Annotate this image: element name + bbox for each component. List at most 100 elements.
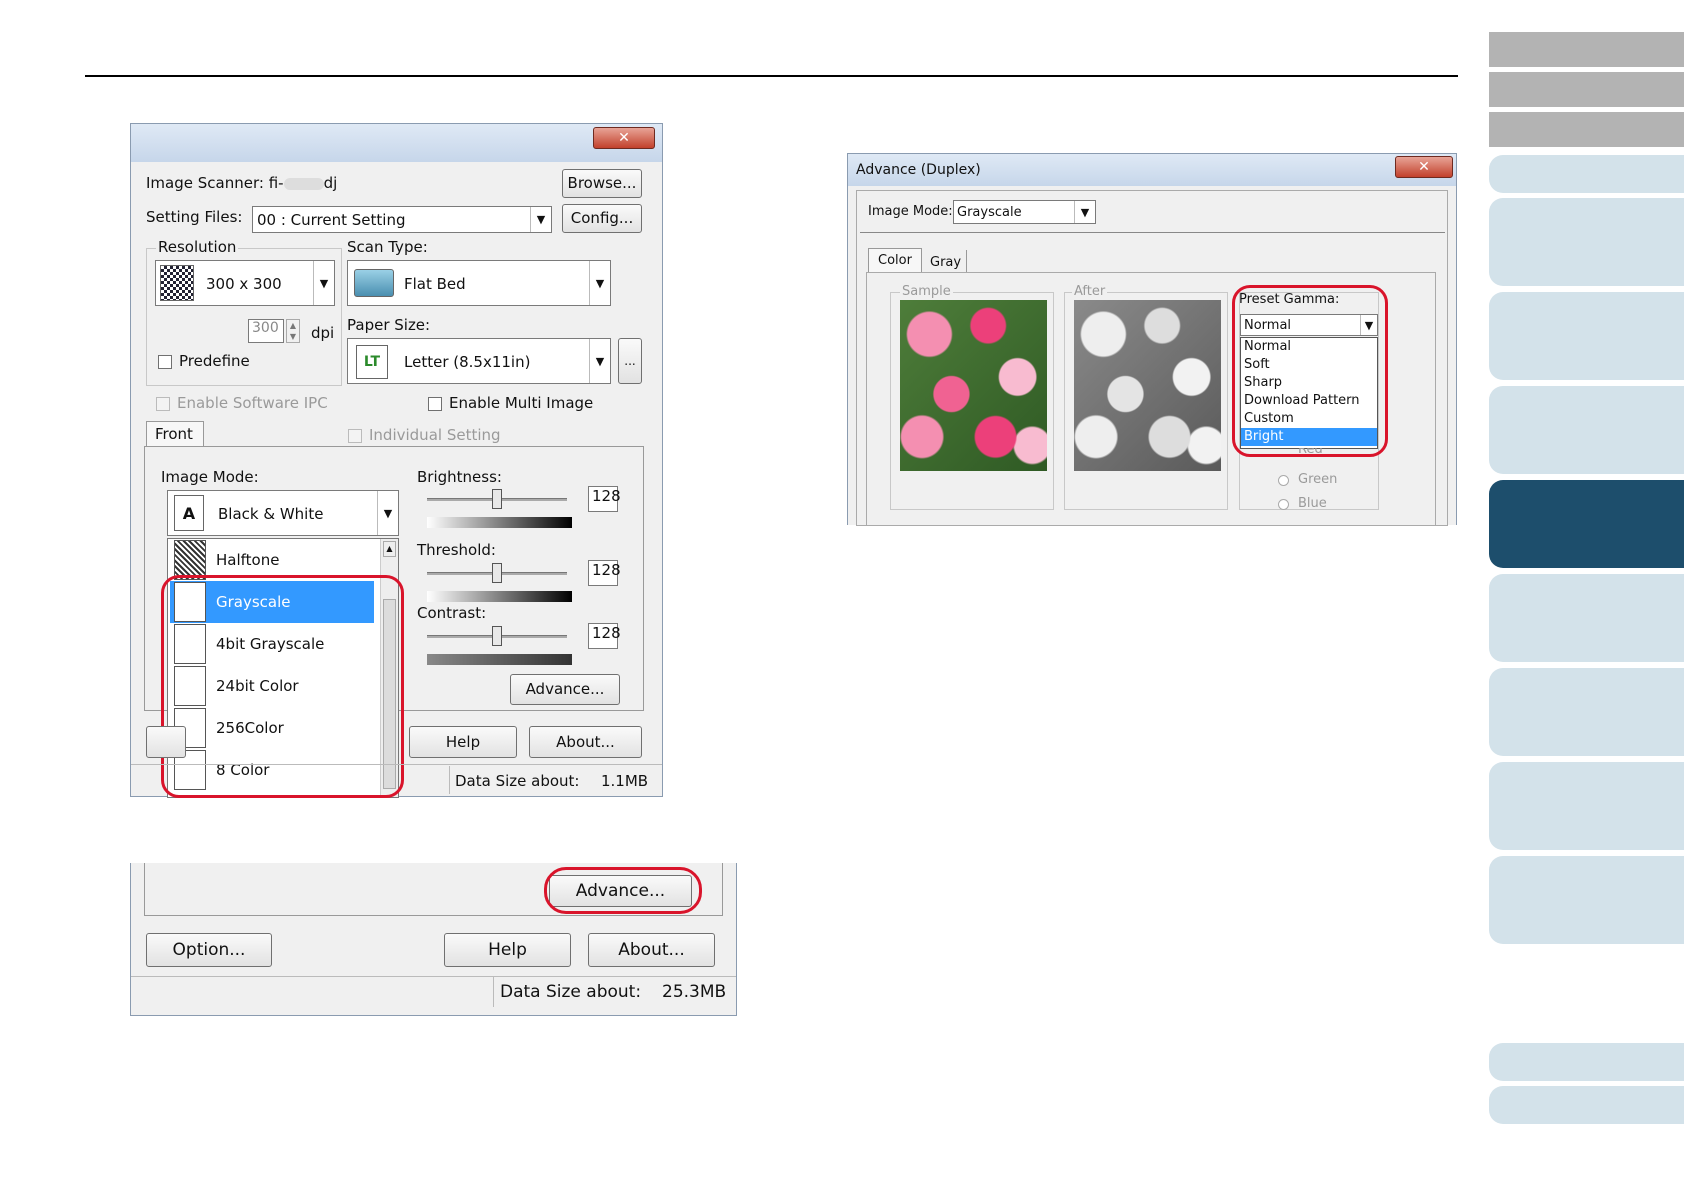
- scroll-up-icon[interactable]: ▲: [383, 541, 396, 557]
- after-image: [1074, 300, 1221, 471]
- contrast-slider-thumb[interactable]: [492, 626, 502, 646]
- nav-tab-3[interactable]: [1489, 112, 1684, 147]
- nav-tab-4[interactable]: [1489, 155, 1684, 193]
- advance-image-mode-combo[interactable]: Grayscale ▼: [953, 200, 1096, 224]
- enable-multi-image-checkbox[interactable]: [428, 397, 442, 411]
- enable-software-ipc-label: Enable Software IPC: [177, 394, 328, 412]
- tab-gray[interactable]: Gray: [922, 250, 967, 272]
- nav-tab-7[interactable]: [1489, 386, 1684, 474]
- dpi-unit-label: dpi: [311, 324, 335, 342]
- nav-tab-2[interactable]: [1489, 72, 1684, 107]
- advance-button[interactable]: Advance...: [510, 674, 620, 705]
- advance-title: Advance (Duplex): [856, 162, 981, 178]
- channel-blue-label: Blue: [1298, 496, 1327, 511]
- chevron-down-icon: ▼: [1074, 201, 1095, 223]
- nav-tab-11[interactable]: [1489, 762, 1684, 850]
- advance-image-mode-label: Image Mode:: [868, 204, 953, 219]
- twain-dialog-bottom: Advance... Option... Help About... Data …: [130, 863, 737, 1016]
- individual-setting-label: Individual Setting: [369, 426, 501, 444]
- dialog-titlebar: [131, 124, 662, 162]
- highlight-ring-preset-gamma: [1232, 285, 1388, 457]
- flatbed-scanner-icon: [354, 269, 394, 297]
- enable-multi-image-label: Enable Multi Image: [449, 394, 594, 412]
- threshold-slider-thumb[interactable]: [492, 563, 502, 583]
- dpi-spinner[interactable]: ▲ ▼: [286, 319, 300, 343]
- status-divider-bottom: [131, 976, 736, 977]
- advance-close-button[interactable]: ✕: [1395, 156, 1453, 178]
- status-divider: [131, 764, 662, 765]
- sample-label: Sample: [900, 284, 953, 299]
- dpi-input[interactable]: 300: [248, 319, 284, 343]
- data-size-label-bottom: Data Size about:: [500, 982, 642, 1002]
- advance-separator: [860, 232, 1445, 233]
- image-scanner-label: Image Scanner: fi-dj: [146, 174, 338, 192]
- nav-tab-6[interactable]: [1489, 292, 1684, 380]
- brightness-label: Brightness:: [417, 468, 502, 486]
- resolution-combo[interactable]: 300 x 300 ▼: [155, 260, 335, 306]
- setting-files-label: Setting Files:: [146, 208, 243, 226]
- resolution-icon: [160, 265, 194, 301]
- channel-blue-radio[interactable]: [1278, 499, 1289, 510]
- nav-tab-5[interactable]: [1489, 198, 1684, 286]
- chevron-down-icon: ▼: [377, 491, 398, 535]
- scan-type-combo[interactable]: Flat Bed ▼: [347, 260, 611, 306]
- status-separator: [449, 766, 450, 794]
- option-button-partial[interactable]: [146, 726, 186, 758]
- setting-files-combo[interactable]: 00 : Current Setting ▼: [252, 206, 552, 233]
- enable-software-ipc-checkbox[interactable]: [156, 397, 170, 411]
- paper-size-label: Paper Size:: [347, 316, 431, 334]
- resolution-label: Resolution: [156, 238, 239, 256]
- chevron-down-icon: ▼: [589, 261, 610, 305]
- brightness-slider-thumb[interactable]: [492, 489, 502, 509]
- redacted-model: [283, 177, 324, 190]
- image-mode-combo[interactable]: A Black & White ▼: [167, 490, 399, 536]
- twain-dialog: ✕ Image Scanner: fi-dj Browse... Setting…: [130, 123, 663, 798]
- nav-tab-active[interactable]: [1489, 480, 1684, 568]
- predefine-label: Predefine: [179, 352, 250, 370]
- after-label: After: [1072, 284, 1108, 299]
- close-button[interactable]: ✕: [593, 127, 655, 149]
- nav-tab-14[interactable]: [1489, 1086, 1684, 1124]
- predefine-checkbox[interactable]: [158, 355, 172, 369]
- browse-button[interactable]: Browse...: [562, 169, 642, 198]
- highlight-ring-advance: [544, 867, 702, 914]
- threshold-gradient: [427, 591, 572, 602]
- nav-tab-13[interactable]: [1489, 1043, 1684, 1081]
- sample-image: [900, 300, 1047, 471]
- brightness-gradient: [427, 517, 572, 528]
- close-icon: ✕: [1418, 159, 1430, 175]
- tab-front[interactable]: Front: [146, 421, 204, 447]
- brightness-value[interactable]: 128: [588, 486, 621, 512]
- scan-type-label: Scan Type:: [347, 238, 428, 256]
- chevron-down-icon: ▼: [589, 339, 610, 383]
- threshold-label: Threshold:: [417, 541, 496, 559]
- nav-tab-1[interactable]: [1489, 32, 1684, 67]
- help-button-bottom[interactable]: Help: [444, 933, 571, 967]
- close-icon: ✕: [618, 130, 630, 146]
- threshold-value[interactable]: 128: [588, 560, 621, 586]
- advance-duplex-dialog: Advance (Duplex) ✕ Image Mode: Grayscale…: [847, 153, 1457, 526]
- data-size-label: Data Size about:: [455, 772, 580, 790]
- data-size-value: 1.1MB: [601, 772, 649, 790]
- config-button[interactable]: Config...: [562, 204, 642, 233]
- help-button[interactable]: Help: [409, 726, 517, 758]
- nav-tab-12[interactable]: [1489, 856, 1684, 944]
- contrast-gradient: [427, 654, 572, 665]
- contrast-value[interactable]: 128: [588, 623, 621, 649]
- black-white-document-icon: A: [174, 495, 204, 531]
- about-button-bottom[interactable]: About...: [588, 933, 715, 967]
- option-button[interactable]: Option...: [146, 933, 272, 967]
- nav-tab-9[interactable]: [1489, 574, 1684, 662]
- image-mode-label: Image Mode:: [161, 468, 259, 486]
- individual-setting-checkbox[interactable]: [348, 429, 362, 443]
- nav-tab-10[interactable]: [1489, 668, 1684, 756]
- halftone-icon: [174, 540, 206, 580]
- about-button[interactable]: About...: [529, 726, 642, 758]
- contrast-label: Contrast:: [417, 604, 487, 622]
- channel-green-label: Green: [1298, 472, 1338, 487]
- tab-color[interactable]: Color: [868, 248, 922, 272]
- channel-green-radio[interactable]: [1278, 475, 1289, 486]
- chevron-down-icon: ▼: [313, 261, 334, 305]
- paper-size-more-button[interactable]: ...: [618, 338, 642, 384]
- paper-size-combo[interactable]: LT Letter (8.5x11in) ▼: [347, 338, 611, 384]
